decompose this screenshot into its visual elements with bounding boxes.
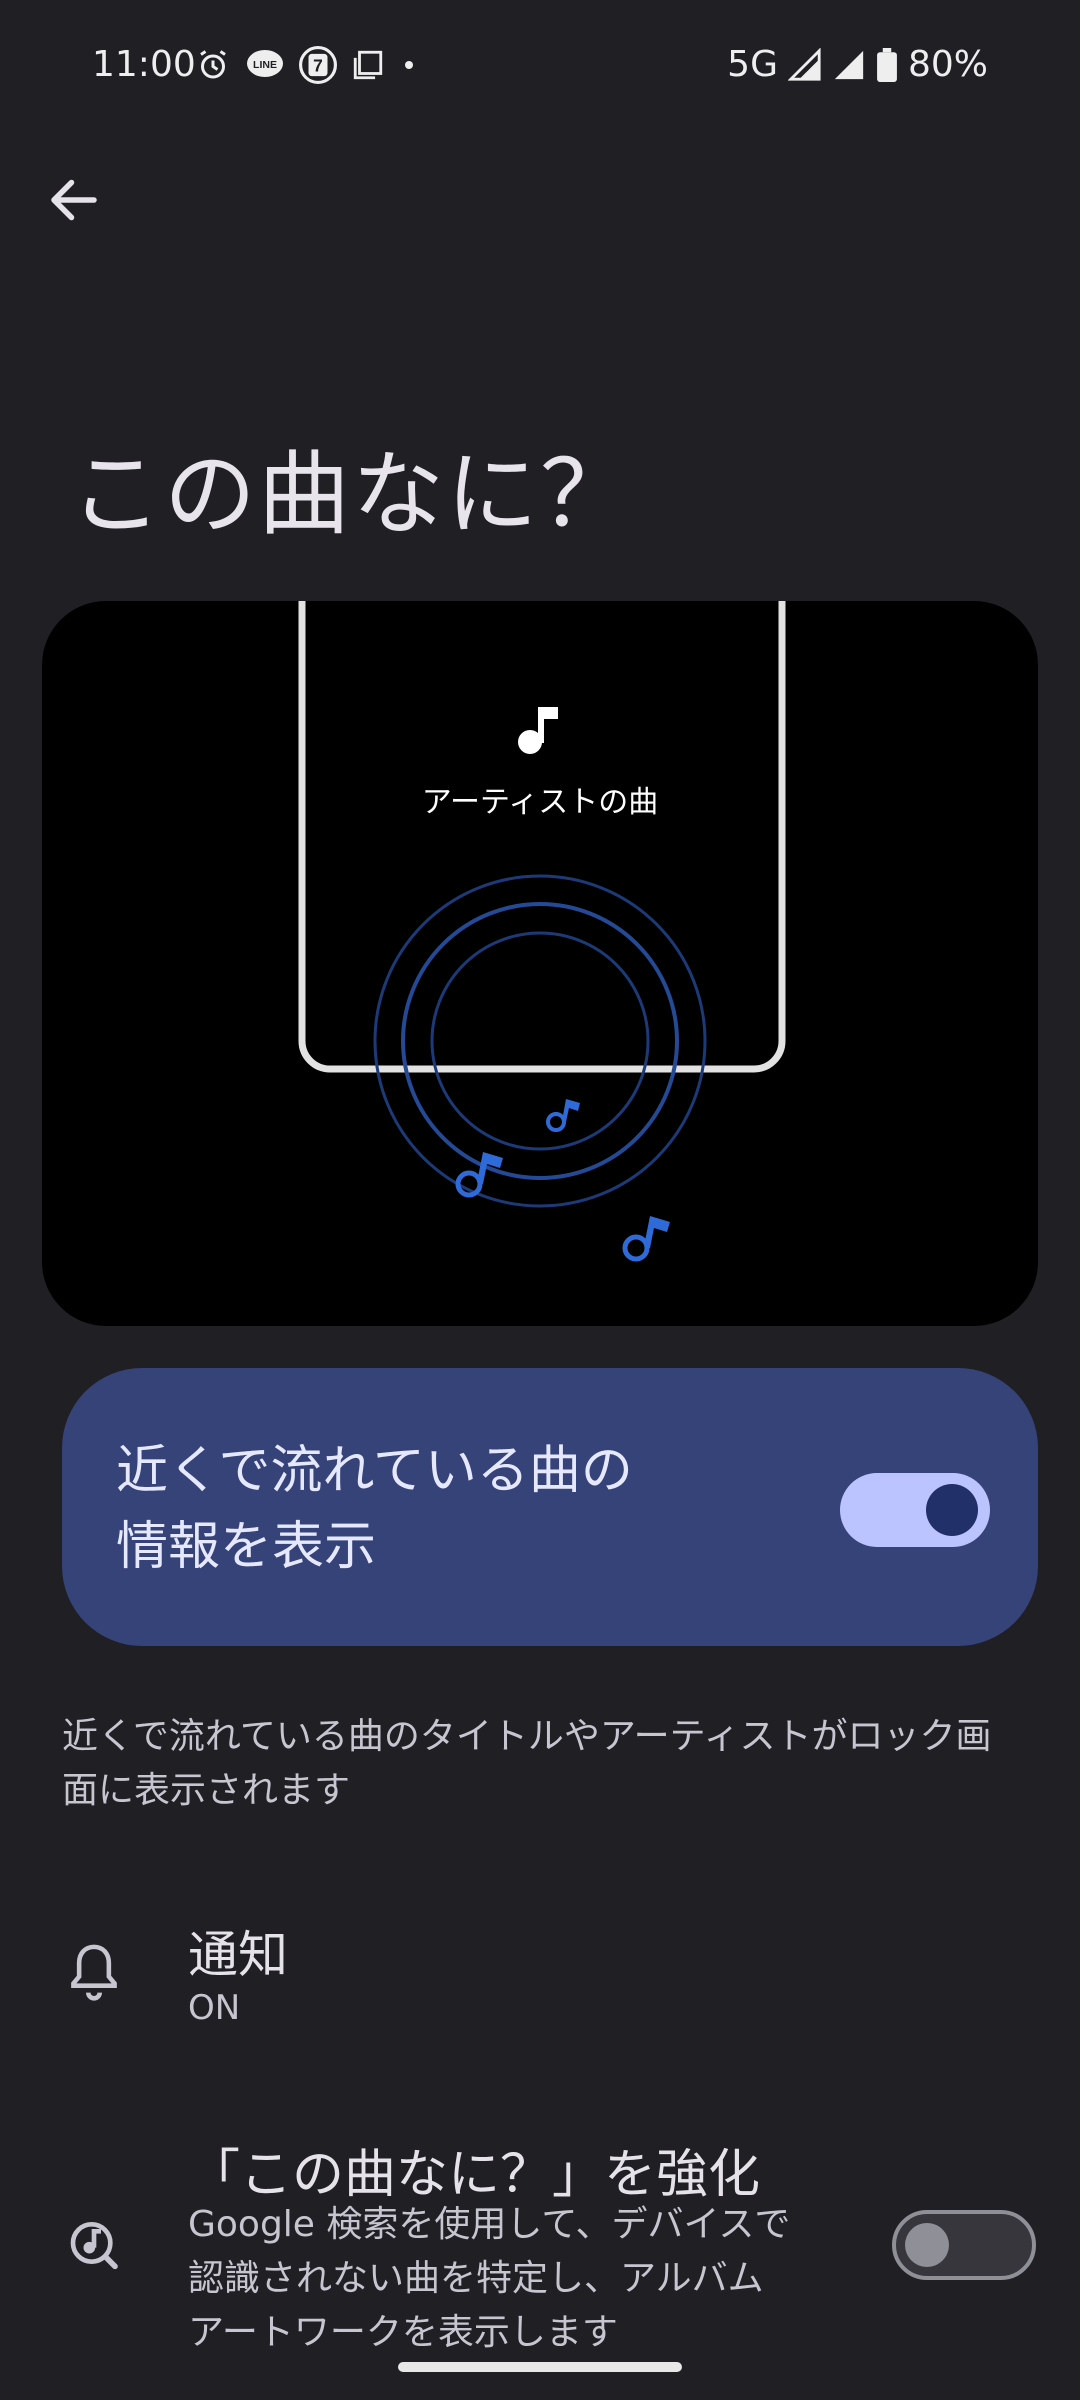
seven-eleven-icon: 7 [299,46,337,84]
dot-icon [405,61,413,69]
battery-icon [877,47,897,82]
now-playing-toggle-card[interactable]: 近くで流れている曲の 情報を表示 [62,1368,1038,1646]
enhance-title: 「この曲なに？」を強化 [188,2145,761,2205]
music-search-icon [70,2222,118,2270]
toggle-label-line: 情報を表示 [116,1517,377,1577]
now-playing-illustration: アーティストの曲 [42,601,1038,1326]
svg-text:LINE: LINE [253,59,277,71]
switch-knob [905,2223,949,2267]
enhance-subtitle: Google 検索を使用して、デバイスで 認識されない曲を特定し、アルバム アー… [188,2198,828,2360]
notification-setting-row[interactable]: 通知 ON [0,1880,1080,2050]
line-app-icon: LINE [247,50,283,77]
enhance-subtitle-line: 認識されない曲を特定し、アルバム [188,2258,764,2299]
screenshot-icon [353,50,383,80]
music-note-icon [518,707,558,754]
svg-text:7: 7 [313,55,323,75]
status-time: 11:00 [92,44,196,85]
notification-title: 通知 [188,1926,288,1984]
alarm-icon [200,50,226,79]
toggle-label: 近くで流れている曲の 情報を表示 [116,1433,736,1585]
music-note-icon [546,1099,580,1132]
status-right: 5G 80% [727,44,988,85]
enhance-subtitle-line: アートワークを表示します [188,2312,618,2353]
enhance-switch[interactable] [892,2210,1036,2280]
feature-description: 近くで流れている曲のタイトルやアーティストがロック画面に表示されます [62,1716,992,1811]
now-playing-switch[interactable] [840,1473,990,1547]
signal-icon [787,47,821,81]
phone-outline [298,601,786,1073]
toggle-label-line: 近くで流れている曲の [116,1441,633,1501]
bell-icon [71,1944,117,2001]
gesture-navigation-bar[interactable] [398,2362,682,2372]
notification-value: ON [188,1988,241,2028]
network-type: 5G [727,44,778,85]
music-note-icon [622,1216,670,1262]
signal-icon [834,50,864,79]
enhance-setting-row[interactable]: 「この曲なに？」を強化 Google 検索を使用して、デバイスで 認識されない曲… [0,2110,1080,2360]
song-caption: アーティストの曲 [421,785,659,820]
switch-knob [926,1484,978,1536]
sound-wave-circles [373,874,707,1208]
page-title: この曲なに？ [70,441,635,548]
enhance-subtitle-line: Google 検索を使用して、デバイスで [188,2204,791,2245]
status-notification-icons: LINE 7 [195,46,419,84]
battery-percent: 80% [907,44,988,85]
arrow-left-icon[interactable] [44,170,104,230]
